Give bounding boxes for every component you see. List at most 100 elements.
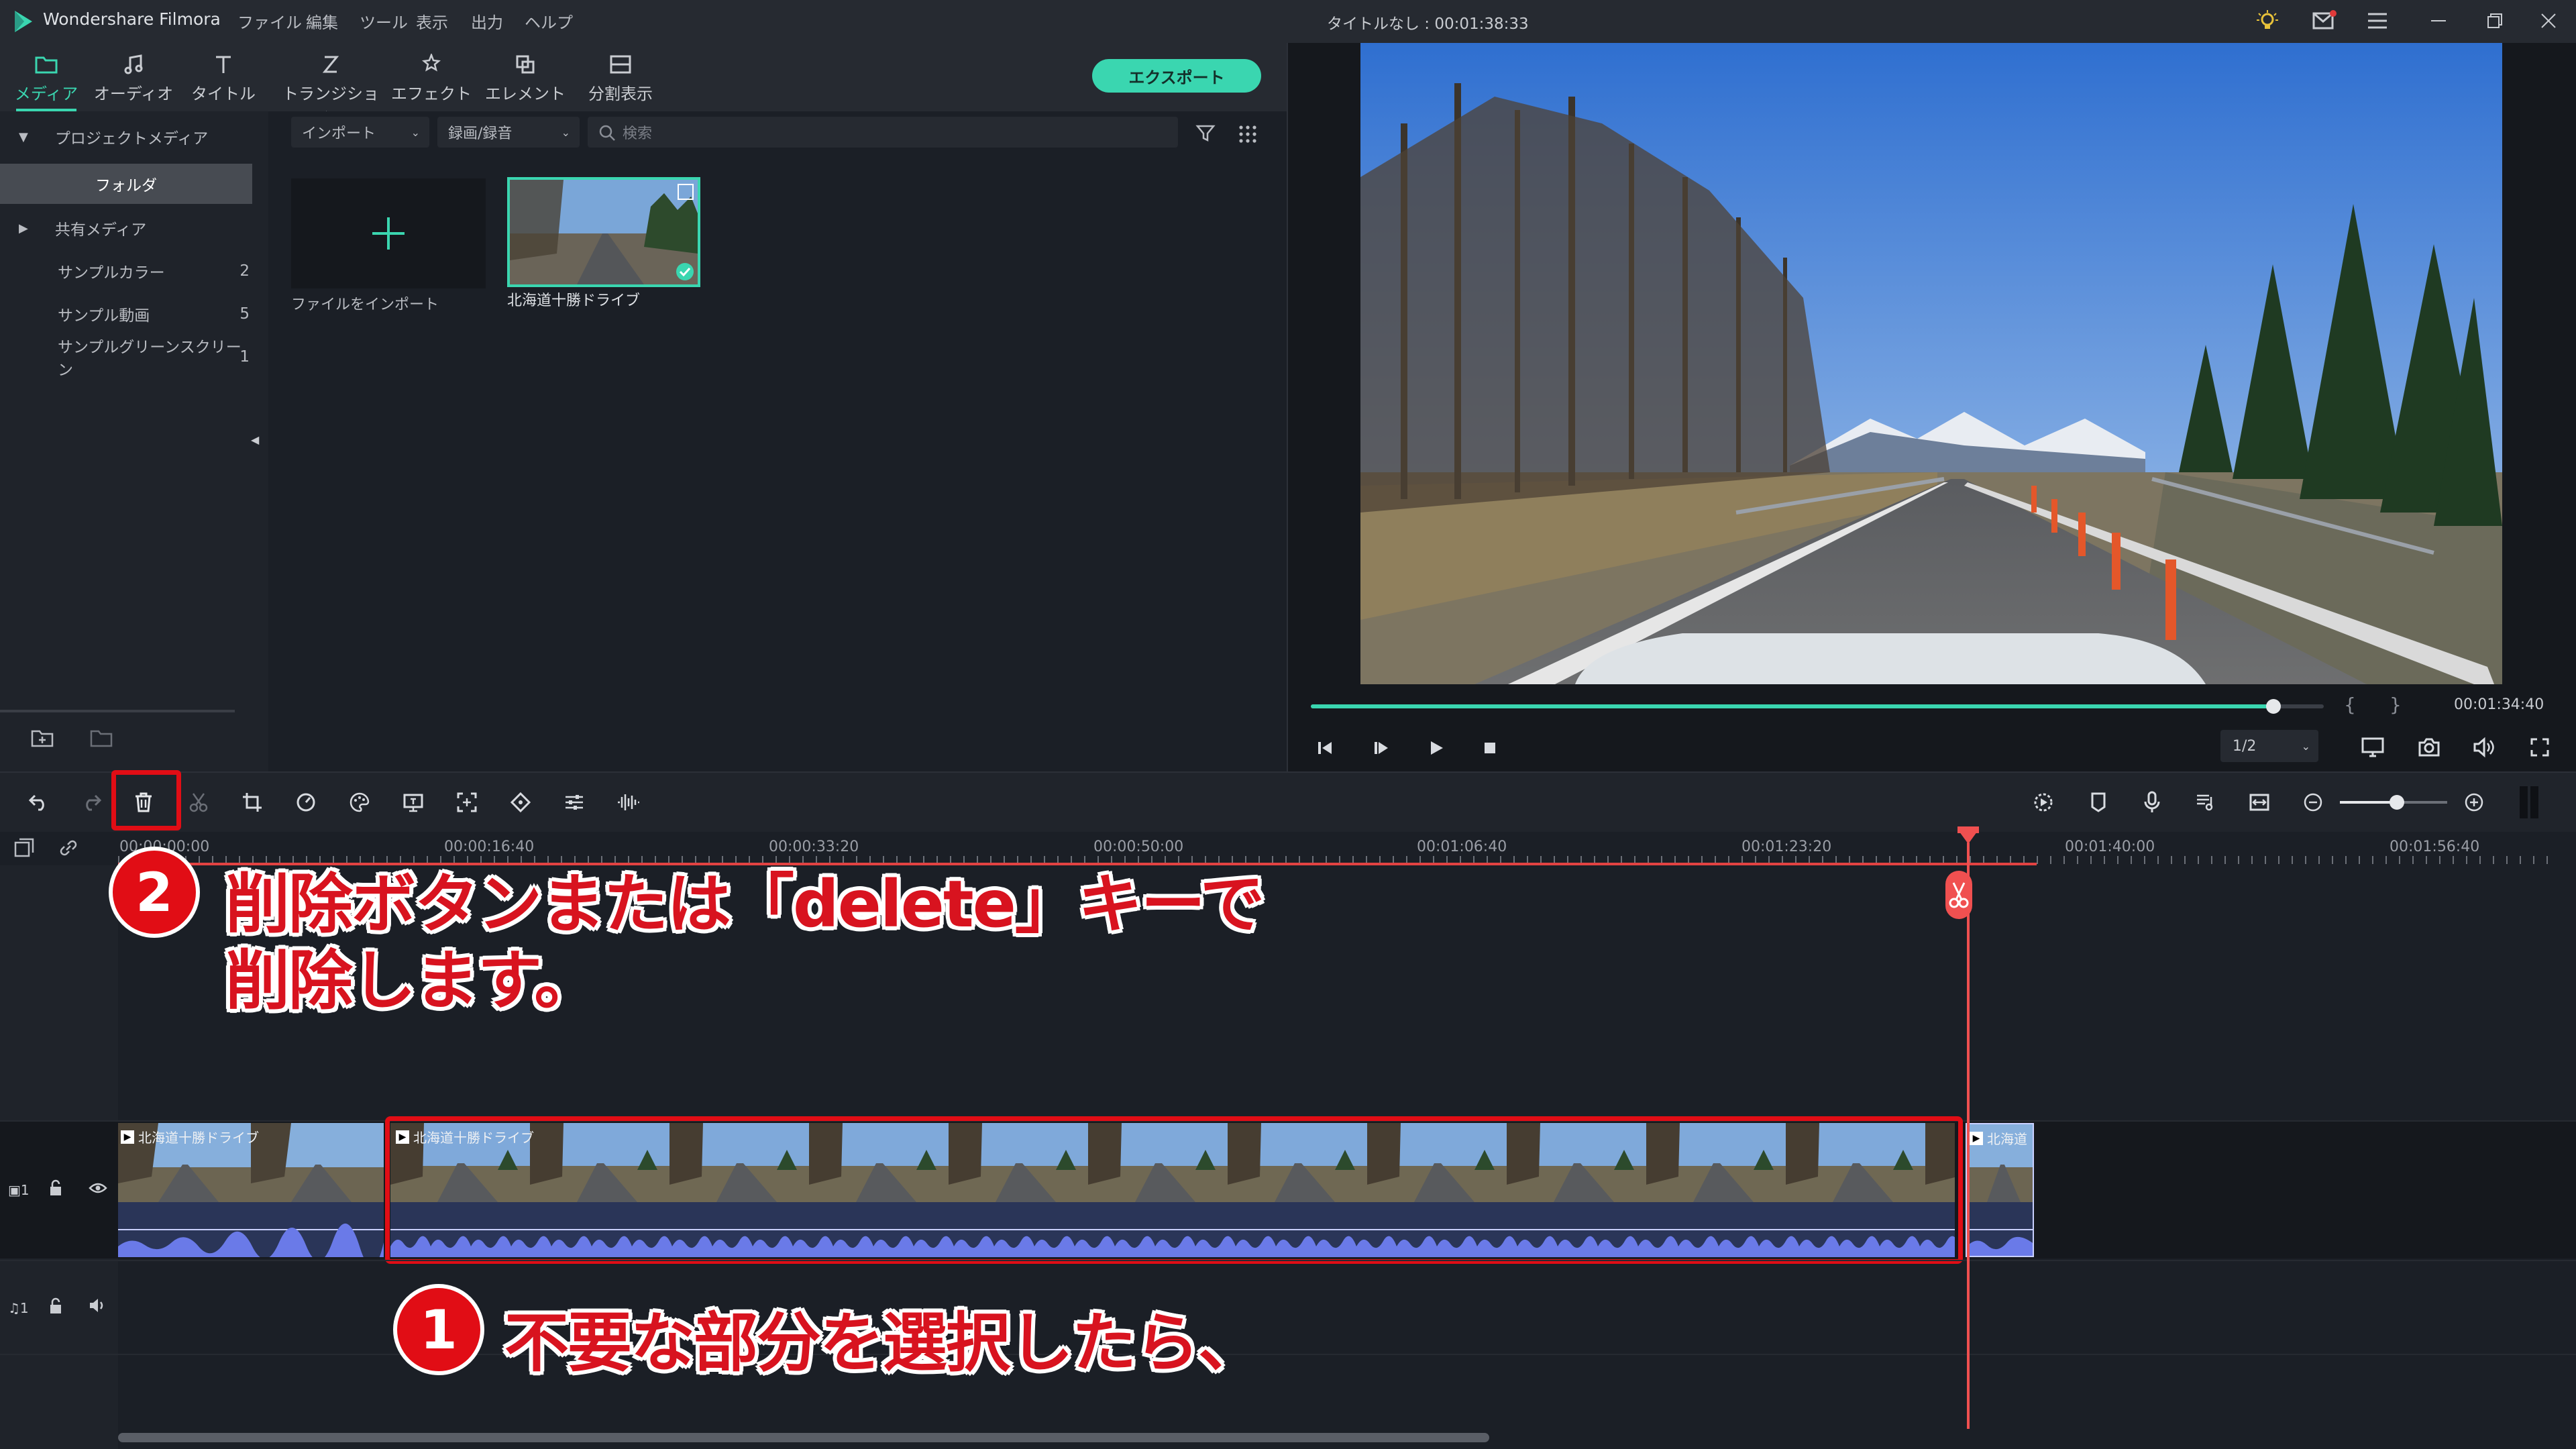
scissors-icon [1949,882,1969,908]
fit-timeline-icon[interactable] [2243,786,2275,818]
search-input[interactable]: 検索 [588,117,1178,148]
zoom-slider-track[interactable] [2340,795,2447,810]
zoom-slider-handle[interactable] [2390,795,2404,810]
ruler-label: 00:01:06:40 [1417,839,1507,855]
library-item[interactable]: サンプルグリーンスクリーン 1 [0,337,252,379]
menu-view[interactable]: 表示 [416,9,448,33]
display-icon[interactable] [2361,737,2384,758]
zoom-in-icon[interactable] [2458,786,2490,818]
new-folder-icon[interactable] [31,729,54,749]
lock-icon[interactable] [48,1179,63,1197]
split-scissors-button[interactable] [1945,871,1972,919]
audio-waveform-icon[interactable] [612,786,644,818]
link-icon[interactable] [58,837,79,859]
folder-icon [3,50,90,79]
grid-view-icon[interactable] [1238,125,1257,144]
chevron-down-icon: ⌄ [411,125,420,139]
quality-dropdown[interactable]: 1/2 ⌄ [2220,730,2318,762]
render-icon[interactable] [2027,786,2059,818]
tab-media[interactable]: メディア [3,43,90,111]
lock-icon[interactable] [48,1297,63,1315]
close-icon[interactable] [2538,11,2559,31]
tab-titles[interactable]: タイトル [180,43,267,111]
hamburger-menu-icon[interactable] [2367,11,2388,31]
zoom-slider-fill [2340,801,2396,804]
record-label: 録画/録音 [448,125,513,142]
preview-progress-handle[interactable] [2265,699,2281,714]
import-file-tile[interactable] [291,178,486,288]
menu-output[interactable]: 出力 [471,9,503,33]
video-clip[interactable]: ▶ 北海道 [1966,1123,2034,1257]
crop-icon[interactable] [236,786,268,818]
menu-file[interactable]: ファイル [237,9,302,33]
record-dropdown[interactable]: 録画/録音 ⌄ [437,117,580,148]
timeline-horizontal-scrollbar[interactable] [118,1433,1489,1442]
step-1-text: 不要な部分を選択したら、 [504,1305,1263,1381]
voiceover-list-icon[interactable] [2190,786,2222,818]
transition-icon [280,50,381,79]
library-item[interactable]: サンプル動画 5 [0,294,252,334]
media-clip-thumbnail[interactable] [507,177,700,287]
library-shared-media[interactable]: ▶ 共有メディア [0,208,252,248]
delete-button-highlight [111,770,181,830]
green-screen-icon[interactable] [397,786,429,818]
library-item-count: 2 [239,262,250,280]
mark-in-icon[interactable]: { [2344,694,2356,716]
ruler-label: 00:01:40:00 [2065,839,2155,855]
tab-audio[interactable]: オーディオ [90,43,177,111]
tab-transitions[interactable]: トランジション [280,43,381,127]
preview-progress-track[interactable] [1311,699,2324,714]
zoom-out-icon[interactable] [2297,786,2329,818]
lightbulb-icon[interactable] [2255,9,2279,34]
mark-out-icon[interactable]: } [2390,694,2402,716]
tab-label: タイトル [191,85,256,103]
menu-edit[interactable]: 編集 [306,9,338,33]
scissors-icon[interactable] [182,786,215,818]
library-item-label: サンプルグリーンスクリーン [58,339,241,379]
undo-icon[interactable] [23,786,55,818]
menu-tools[interactable]: ツール [360,9,408,33]
pause-bars-icon[interactable] [2520,786,2540,818]
volume-icon[interactable] [2473,737,2496,758]
snapshot-camera-icon[interactable] [2418,737,2440,758]
preview-timecode: 00:01:34:40 [2454,696,2544,713]
filter-icon[interactable] [1195,123,1216,144]
play-icon[interactable] [1426,738,1446,758]
adjust-sliders-icon[interactable] [558,786,590,818]
tab-split-screen[interactable]: 分割表示 [577,43,664,111]
microphone-icon[interactable] [2136,786,2168,818]
library-scrollbar[interactable] [0,710,235,712]
tab-effects[interactable]: エフェクト [388,43,475,111]
import-dropdown[interactable]: インポート ⌄ [291,117,429,148]
library-item-count: 1 [239,348,250,366]
fullscreen-icon[interactable] [2529,737,2551,758]
eye-icon[interactable] [89,1182,107,1194]
color-palette-icon[interactable] [343,786,376,818]
library-item[interactable]: サンプルカラー 2 [0,251,252,291]
mail-icon[interactable] [2312,9,2337,32]
library-folder[interactable]: フォルダ [0,164,252,204]
title-t-icon [180,50,267,79]
stop-icon[interactable] [1480,738,1500,758]
split-screen-icon [577,50,664,79]
add-track-icon[interactable] [13,837,35,859]
export-button[interactable]: エクスポート [1092,59,1261,93]
keyframe-icon[interactable] [504,786,537,818]
menu-help[interactable]: ヘルプ [525,9,573,33]
library-project-media[interactable]: ▼ プロジェクトメディア [0,117,252,157]
tab-elements[interactable]: エレメント [482,43,569,111]
motion-tracking-icon[interactable] [451,786,483,818]
track-divider [0,1354,2576,1355]
video-clip[interactable]: ▶ 北海道十勝ドライブ [118,1123,384,1257]
tab-label: オーディオ [93,85,174,103]
play-frame-icon[interactable] [1371,738,1391,758]
restore-icon[interactable] [2485,11,2505,31]
speaker-icon[interactable] [89,1297,107,1313]
speed-gauge-icon[interactable] [290,786,322,818]
minimize-icon[interactable] [2428,11,2449,31]
marker-icon[interactable] [2082,786,2114,818]
folder-icon[interactable] [90,729,113,749]
redo-icon[interactable] [75,786,107,818]
previous-frame-icon[interactable] [1315,738,1335,758]
collapse-panel-icon[interactable]: ◀ [251,433,259,446]
